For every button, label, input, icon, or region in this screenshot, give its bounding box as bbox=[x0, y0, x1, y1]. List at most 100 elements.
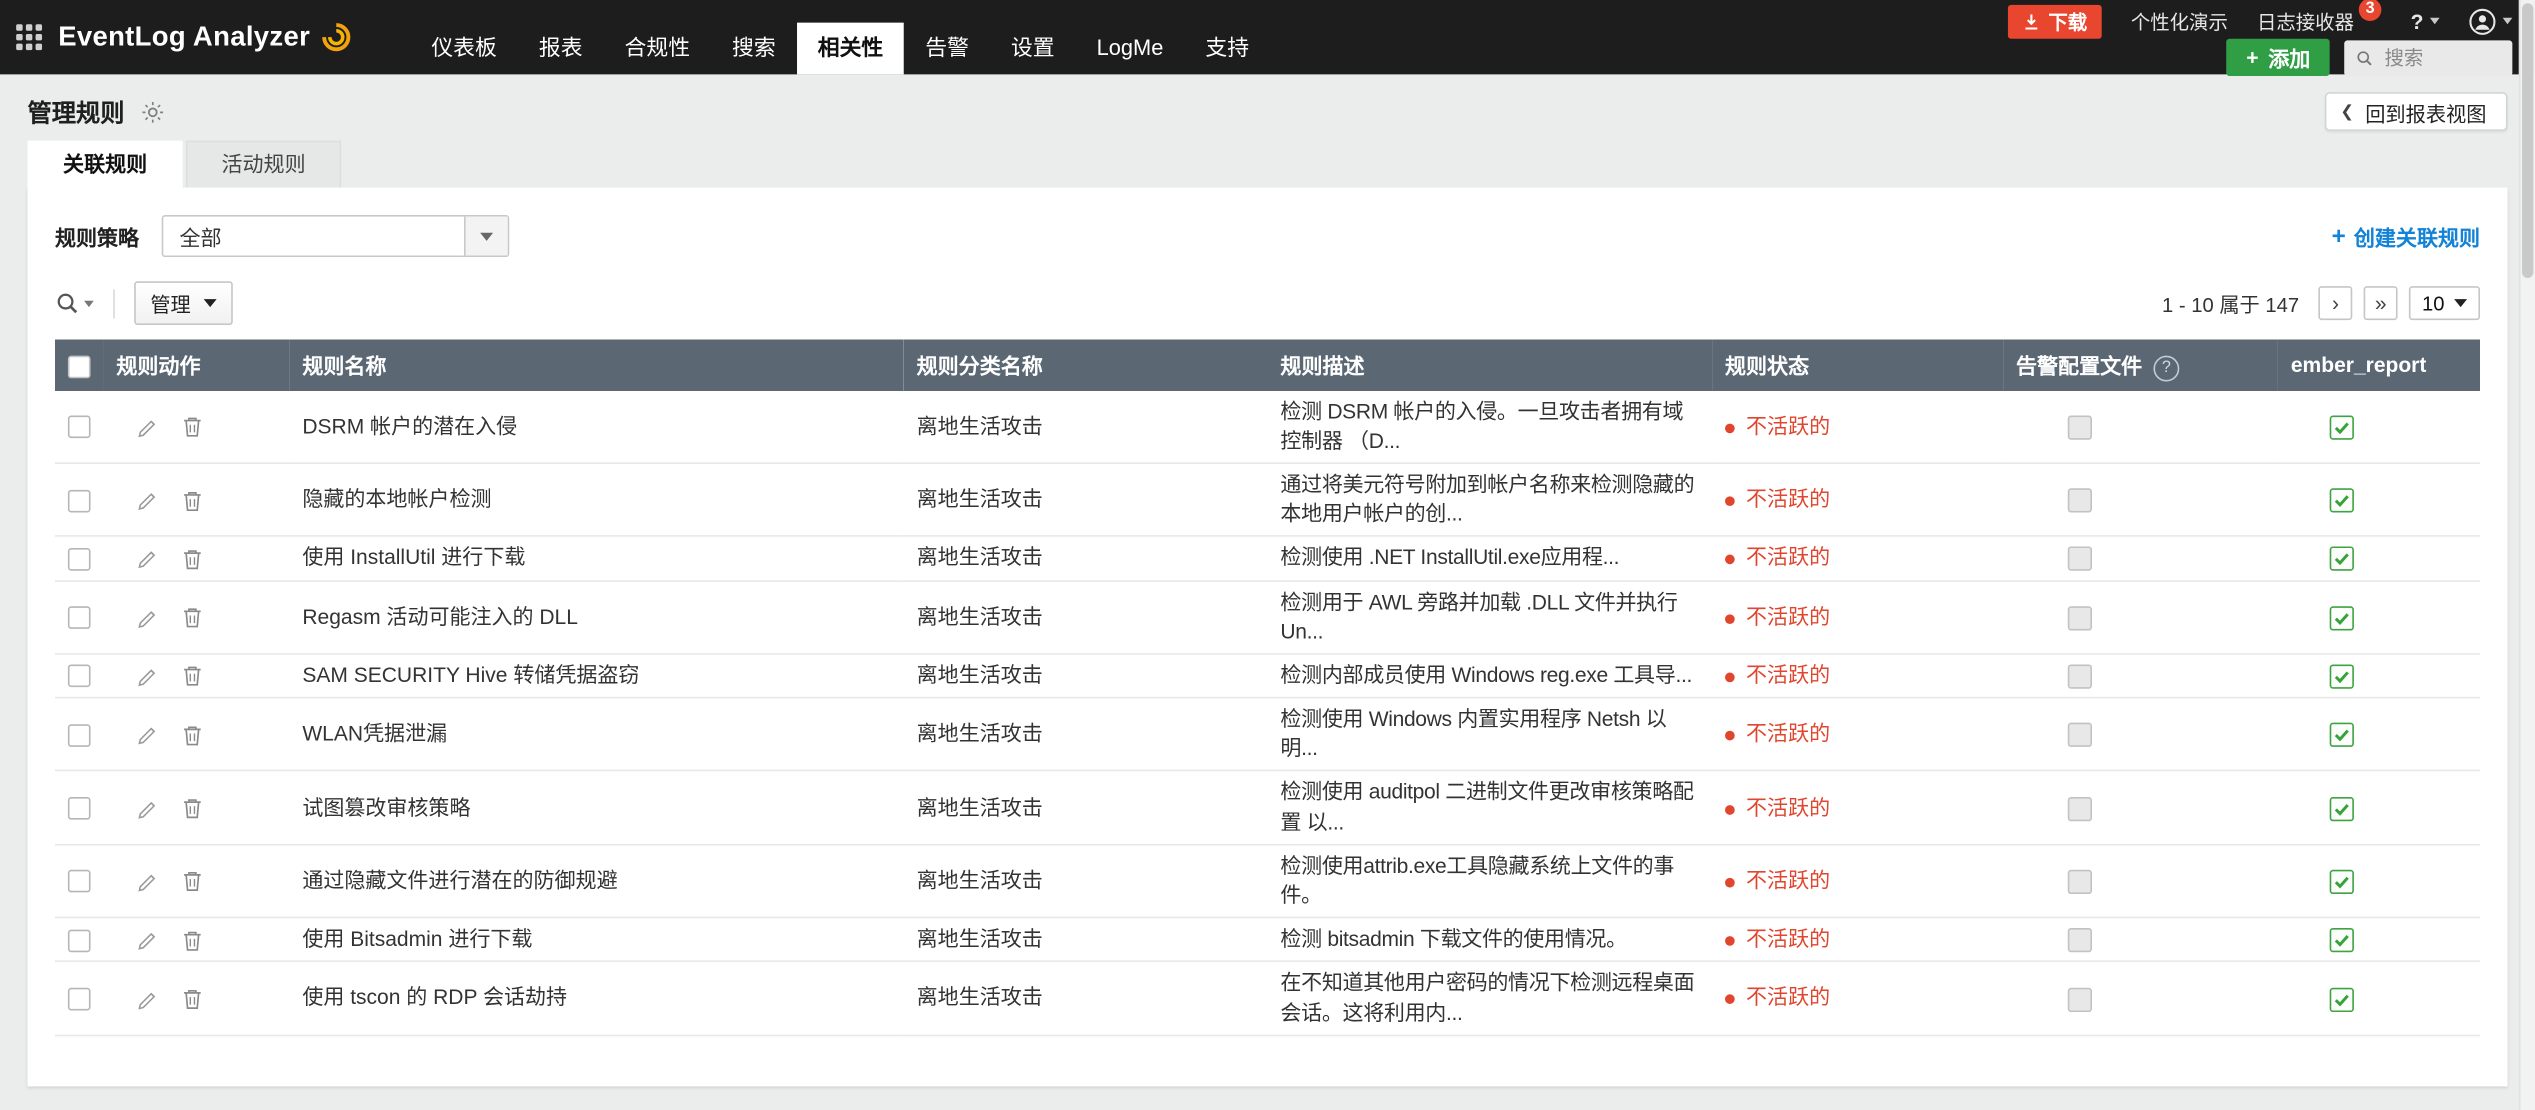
rule-name[interactable]: DSRM 帐户的潜在入侵 bbox=[289, 391, 903, 464]
ember-report-checkbox[interactable] bbox=[2330, 606, 2354, 630]
row-checkbox[interactable] bbox=[68, 929, 91, 952]
row-checkbox[interactable] bbox=[68, 988, 91, 1011]
ember-report-checkbox[interactable] bbox=[2330, 928, 2354, 952]
rule-description: 检测 DSRM 帐户的入侵。一旦攻击者拥有域控制器 （D... bbox=[1267, 391, 1712, 464]
delete-icon[interactable] bbox=[183, 797, 202, 820]
select-all-checkbox[interactable] bbox=[68, 355, 91, 378]
edit-icon[interactable] bbox=[137, 417, 158, 438]
edit-icon[interactable] bbox=[137, 490, 158, 511]
help-circle-icon[interactable]: ? bbox=[2153, 355, 2179, 381]
alert-profile-checkbox[interactable] bbox=[2068, 415, 2092, 439]
download-button[interactable]: 下载 bbox=[2008, 4, 2102, 38]
column-search-icon[interactable] bbox=[55, 291, 94, 315]
alert-profile-checkbox[interactable] bbox=[2068, 488, 2092, 512]
rule-name[interactable]: Regasm 活动可能注入的 DLL bbox=[289, 580, 903, 653]
delete-icon[interactable] bbox=[183, 871, 202, 894]
alert-profile-checkbox[interactable] bbox=[2068, 870, 2092, 894]
back-to-report-button[interactable]: ❮ 回到报表视图 bbox=[2324, 92, 2507, 131]
row-checkbox[interactable] bbox=[68, 416, 91, 439]
rule-policy-label: 规则策略 bbox=[55, 221, 139, 252]
alert-profile-checkbox[interactable] bbox=[2068, 723, 2092, 747]
row-checkbox[interactable] bbox=[68, 548, 91, 571]
edit-icon[interactable] bbox=[137, 666, 158, 687]
manage-dropdown-button[interactable]: 管理 bbox=[134, 281, 233, 325]
ember-report-checkbox[interactable] bbox=[2330, 664, 2354, 688]
add-button[interactable]: + 添加 bbox=[2227, 39, 2330, 76]
rule-name[interactable]: 使用 Bitsadmin 进行下载 bbox=[289, 918, 903, 962]
delete-icon[interactable] bbox=[183, 724, 202, 747]
rule-name[interactable]: 通过隐藏文件进行潜在的防御规避 bbox=[289, 844, 903, 917]
rule-description: 检测使用attrib.exe工具隐藏系统上文件的事件。 bbox=[1267, 844, 1712, 917]
edit-icon[interactable] bbox=[137, 871, 158, 892]
edit-icon[interactable] bbox=[137, 607, 158, 628]
alert-profile-checkbox[interactable] bbox=[2068, 547, 2092, 571]
row-checkbox[interactable] bbox=[68, 665, 91, 688]
nav-correlation[interactable]: 相关性 bbox=[797, 23, 905, 75]
ember-report-checkbox[interactable] bbox=[2330, 415, 2354, 439]
rule-name[interactable]: 使用 tscon 的 RDP 会话劫持 bbox=[289, 962, 903, 1035]
alert-profile-checkbox[interactable] bbox=[2068, 928, 2092, 952]
alert-profile-checkbox[interactable] bbox=[2068, 796, 2092, 820]
delete-icon[interactable] bbox=[183, 416, 202, 439]
nav-support[interactable]: 支持 bbox=[1184, 23, 1270, 75]
alert-profile-checkbox[interactable] bbox=[2068, 987, 2092, 1011]
nav-logme[interactable]: LogMe bbox=[1076, 23, 1185, 75]
help-menu[interactable]: ? bbox=[2411, 9, 2440, 33]
rule-name[interactable]: 使用 InstallUtil 进行下载 bbox=[289, 536, 903, 580]
edit-icon[interactable] bbox=[137, 798, 158, 819]
last-page-button[interactable]: » bbox=[2364, 286, 2398, 320]
page-size-select[interactable]: 10 bbox=[2409, 286, 2480, 320]
search-input[interactable] bbox=[2381, 44, 2501, 70]
ember-report-checkbox[interactable] bbox=[2330, 870, 2354, 894]
row-checkbox[interactable] bbox=[68, 797, 91, 820]
delete-icon[interactable] bbox=[183, 929, 202, 952]
page-header: 管理规则 ❮ 回到报表视图 bbox=[0, 74, 2535, 142]
sun-icon[interactable] bbox=[141, 99, 165, 123]
create-correlation-rule-link[interactable]: + 创建关联规则 bbox=[2332, 221, 2480, 252]
rule-name[interactable]: 试图篡改审核策略 bbox=[289, 771, 903, 844]
rule-category: 离地生活攻击 bbox=[904, 463, 1268, 536]
edit-icon[interactable] bbox=[137, 549, 158, 570]
rule-policy-select[interactable]: 全部 bbox=[162, 215, 510, 257]
user-menu[interactable] bbox=[2469, 7, 2513, 34]
ember-report-checkbox[interactable] bbox=[2330, 723, 2354, 747]
delete-icon[interactable] bbox=[183, 988, 202, 1011]
edit-icon[interactable] bbox=[137, 989, 158, 1010]
rule-name[interactable]: WLAN凭据泄漏 bbox=[289, 698, 903, 771]
rule-name[interactable]: SAM SECURITY Hive 转储凭据盗窃 bbox=[289, 654, 903, 698]
tab-activity-rules[interactable]: 活动规则 bbox=[186, 141, 341, 188]
vertical-scrollbar[interactable] bbox=[2519, 0, 2535, 1110]
rule-description: 检测使用 auditpol 二进制文件更改审核策略配置 以... bbox=[1267, 771, 1712, 844]
delete-icon[interactable] bbox=[183, 489, 202, 512]
rule-policy-value: 全部 bbox=[163, 221, 464, 252]
ember-report-checkbox[interactable] bbox=[2330, 547, 2354, 571]
log-receiver-link[interactable]: 日志接收器 3 bbox=[2257, 7, 2382, 34]
row-checkbox[interactable] bbox=[68, 489, 91, 512]
row-checkbox[interactable] bbox=[68, 607, 91, 630]
scrollbar-thumb[interactable] bbox=[2522, 3, 2533, 278]
tab-correlation-rules[interactable]: 关联规则 bbox=[27, 141, 182, 188]
topbar-search[interactable] bbox=[2344, 40, 2512, 76]
nav-search[interactable]: 搜索 bbox=[711, 23, 797, 75]
delete-icon[interactable] bbox=[183, 548, 202, 571]
delete-icon[interactable] bbox=[183, 607, 202, 630]
nav-settings[interactable]: 设置 bbox=[990, 23, 1076, 75]
ember-report-checkbox[interactable] bbox=[2330, 987, 2354, 1011]
nav-alerts[interactable]: 告警 bbox=[904, 23, 990, 75]
ember-report-checkbox[interactable] bbox=[2330, 796, 2354, 820]
edit-icon[interactable] bbox=[137, 725, 158, 746]
alert-profile-checkbox[interactable] bbox=[2068, 664, 2092, 688]
ember-report-checkbox[interactable] bbox=[2330, 488, 2354, 512]
nav-compliance[interactable]: 合规性 bbox=[604, 23, 712, 75]
row-checkbox[interactable] bbox=[68, 724, 91, 747]
delete-icon[interactable] bbox=[183, 665, 202, 688]
nav-dashboard[interactable]: 仪表板 bbox=[410, 23, 518, 75]
rule-name[interactable]: 隐藏的本地帐户检测 bbox=[289, 463, 903, 536]
apps-grid-icon[interactable] bbox=[0, 0, 58, 74]
next-page-button[interactable]: › bbox=[2318, 286, 2352, 320]
personal-demo-link[interactable]: 个性化演示 bbox=[2131, 7, 2228, 34]
edit-icon[interactable] bbox=[137, 930, 158, 951]
row-checkbox[interactable] bbox=[68, 871, 91, 894]
alert-profile-checkbox[interactable] bbox=[2068, 606, 2092, 630]
nav-reports[interactable]: 报表 bbox=[518, 23, 604, 75]
